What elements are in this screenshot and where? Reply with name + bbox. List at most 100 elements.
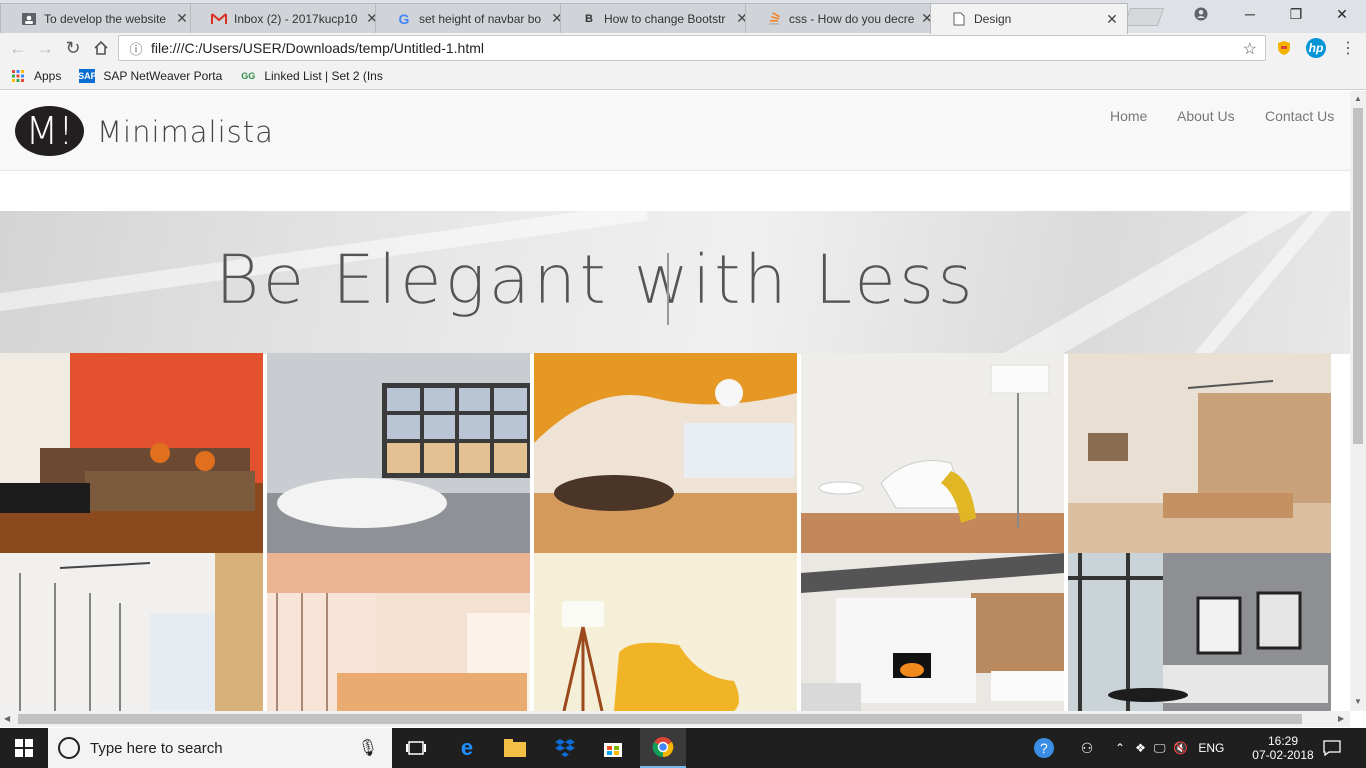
task-view-icon[interactable] xyxy=(404,736,428,760)
restore-button[interactable]: ❐ xyxy=(1273,0,1319,28)
gallery-tile-white-chair[interactable] xyxy=(801,353,1064,553)
menu-kebab-icon[interactable]: ⋮ xyxy=(1338,38,1358,58)
address-bar[interactable]: ⓘ file:///C:/Users/USER/Downloads/temp/U… xyxy=(118,35,1266,61)
gmail-icon xyxy=(211,11,227,27)
tab-design[interactable]: Design ✕ xyxy=(930,3,1128,34)
windows-taskbar: Type here to search 🎙 e ? ⚇ ⌃ ❖ 🖵 🔇 ENG … xyxy=(0,728,1366,768)
system-tray: ⌃ ❖ 🖵 🔇 ENG xyxy=(1115,728,1224,768)
edge-icon[interactable]: e xyxy=(455,735,479,760)
tab-title: Design xyxy=(974,12,1012,26)
network-icon[interactable]: 🖵 xyxy=(1154,741,1166,756)
reload-button[interactable]: ↻ xyxy=(60,35,86,61)
taskbar-search-box[interactable]: Type here to search 🎙 xyxy=(48,728,392,768)
apps-grid-icon xyxy=(10,69,26,83)
nav-contact-us[interactable]: Contact Us xyxy=(1265,108,1334,124)
horizontal-scroll-thumb[interactable] xyxy=(18,714,1302,724)
page-viewport: M! Minimalista Home About Us Contact Us … xyxy=(0,91,1350,711)
profile-icon[interactable] xyxy=(1178,0,1224,28)
white-chair-image xyxy=(801,353,1064,553)
bookmark-star-icon[interactable]: ☆ xyxy=(1243,39,1257,59)
hero-tagline: Be Elegant with Less xyxy=(215,241,976,320)
vertical-scroll-thumb[interactable] xyxy=(1353,108,1363,444)
bookmark-label: SAP NetWeaver Porta xyxy=(103,69,223,83)
clock-date: 07-02-2018 xyxy=(1252,748,1314,762)
scroll-right-icon[interactable]: ▶ xyxy=(1338,714,1344,723)
hp-icon[interactable]: hp xyxy=(1306,38,1326,58)
tab-develop-website[interactable]: To develop the website ✕ xyxy=(0,3,198,33)
yellow-armchair-image xyxy=(534,553,797,711)
volume-muted-icon[interactable]: 🔇 xyxy=(1173,741,1188,755)
bookmark-label: Apps xyxy=(34,69,62,83)
help-icon[interactable]: ? xyxy=(1032,736,1056,760)
file-explorer-icon[interactable] xyxy=(503,736,527,760)
store-icon[interactable] xyxy=(601,736,625,760)
gallery-tile-living-room[interactable] xyxy=(0,353,263,553)
tab-inbox[interactable]: Inbox (2) - 2017kucp10 ✕ xyxy=(190,3,388,33)
close-tab-icon[interactable]: ✕ xyxy=(1105,11,1119,28)
language-indicator[interactable]: ENG xyxy=(1198,741,1224,755)
tab-title: css - How do you decre xyxy=(789,11,914,26)
text-cursor xyxy=(667,253,669,325)
nav-about-us[interactable]: About Us xyxy=(1177,108,1235,124)
google-icon: G xyxy=(398,10,410,27)
dropbox-icon[interactable] xyxy=(553,736,577,760)
tab-title: To develop the website xyxy=(44,11,167,26)
chrome-taskbar-icon[interactable] xyxy=(640,728,686,768)
logo-letter: M! xyxy=(25,109,74,153)
show-hidden-icons-chevron-icon[interactable]: ⌃ xyxy=(1115,741,1125,755)
windows-start-icon[interactable] xyxy=(12,736,36,760)
close-tab-icon[interactable]: ✕ xyxy=(175,10,189,27)
close-window-button[interactable]: ✕ xyxy=(1319,0,1365,28)
info-icon[interactable]: ⓘ xyxy=(125,39,147,58)
site-navbar: M! Minimalista Home About Us Contact Us xyxy=(0,91,1350,171)
nav-home[interactable]: Home xyxy=(1110,108,1147,124)
scroll-down-icon[interactable]: ▼ xyxy=(1354,697,1362,706)
bookmarks-bar: Apps SAP SAP NetWeaver Porta GG Linked L… xyxy=(0,63,1366,90)
bookmark-sap[interactable]: SAP SAP NetWeaver Porta xyxy=(78,69,223,83)
gallery-tile-grey-sofa[interactable] xyxy=(1068,553,1331,711)
vertical-scrollbar[interactable]: ▲ ▼ xyxy=(1350,91,1366,711)
hero-banner: Be Elegant with Less xyxy=(0,211,1350,354)
scroll-left-icon[interactable]: ◀ xyxy=(4,714,10,723)
tab-bootstrap[interactable]: B How to change Bootstr ✕ xyxy=(560,3,758,33)
new-tab-button[interactable] xyxy=(1123,8,1165,26)
gallery-tile-orange-lounge[interactable] xyxy=(534,353,797,553)
tab-navbar-height[interactable]: G set height of navbar bo ✕ xyxy=(375,3,573,33)
grey-sofa-image xyxy=(1068,553,1331,711)
microphone-icon[interactable]: 🎙 xyxy=(358,738,378,758)
url-text: file:///C:/Users/USER/Downloads/temp/Unt… xyxy=(151,40,484,56)
brand-name[interactable]: Minimalista xyxy=(97,115,274,149)
people-icon[interactable]: ⚇ xyxy=(1075,736,1099,760)
dropbox-tray-icon[interactable]: ❖ xyxy=(1135,741,1146,755)
bookmark-linked-list[interactable]: GG Linked List | Set 2 (Ins xyxy=(240,69,383,83)
clock-time: 16:29 xyxy=(1267,734,1299,748)
orange-lounge-image xyxy=(534,353,797,553)
bathroom-image xyxy=(267,353,530,553)
tab-title: How to change Bootstr xyxy=(604,11,726,26)
bookmark-apps[interactable]: Apps xyxy=(10,69,61,83)
forward-button[interactable]: → xyxy=(32,35,58,61)
gallery-tile-yellow-armchair[interactable] xyxy=(534,553,797,711)
tab-stackoverflow[interactable]: css - How do you decre ✕ xyxy=(745,3,943,33)
logo[interactable]: M! xyxy=(15,106,84,156)
gallery-tile-glass-office[interactable] xyxy=(0,553,263,711)
wood-office-image xyxy=(1068,353,1331,553)
minimize-button[interactable]: ─ xyxy=(1227,0,1273,28)
action-center-icon[interactable] xyxy=(1320,736,1344,760)
open-office-image xyxy=(267,553,530,711)
extension-icon[interactable] xyxy=(1274,38,1294,58)
gallery-tile-wood-office[interactable] xyxy=(1068,353,1331,553)
gallery-tile-open-office[interactable] xyxy=(267,553,530,711)
gallery-tile-bathroom[interactable] xyxy=(267,353,530,553)
browser-toolbar: ← → ↻ ⓘ file:///C:/Users/USER/Downloads/… xyxy=(0,33,1366,63)
home-button[interactable] xyxy=(88,35,114,61)
back-button[interactable]: ← xyxy=(5,35,31,61)
clock[interactable]: 16:29 07-02-2018 xyxy=(1248,728,1318,768)
gallery-tile-fireplace[interactable] xyxy=(801,553,1064,711)
horizontal-scrollbar[interactable]: ◀ ▶ xyxy=(0,711,1350,727)
gfg-icon: GG xyxy=(241,71,256,81)
cortana-icon xyxy=(58,737,80,759)
scroll-up-icon[interactable]: ▲ xyxy=(1354,94,1362,103)
page-icon xyxy=(951,11,967,27)
bookmark-label: Linked List | Set 2 (Ins xyxy=(264,69,383,83)
